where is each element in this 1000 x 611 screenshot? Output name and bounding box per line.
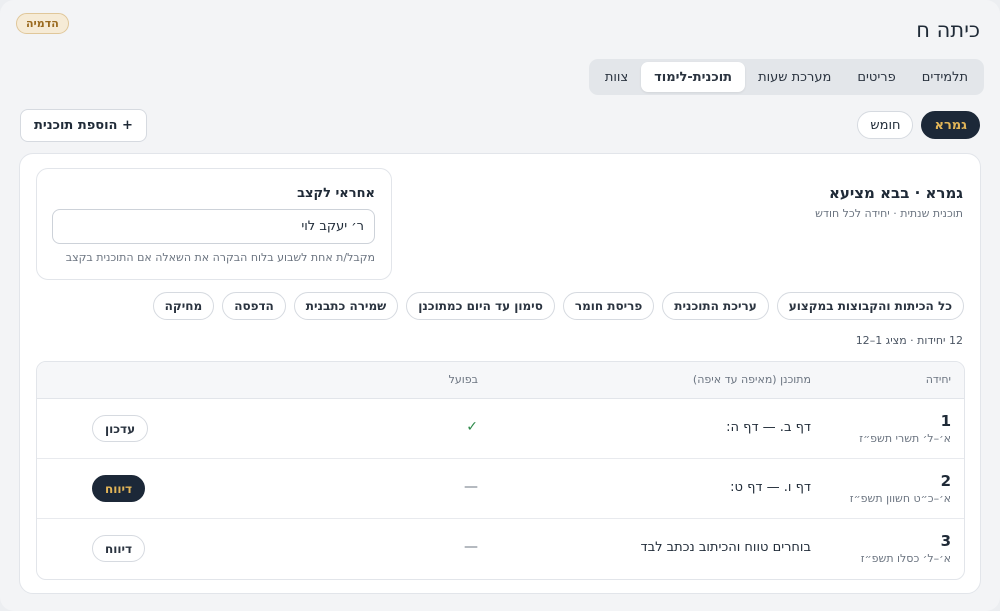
column-header-unit: יחידה (925, 373, 951, 386)
unit-number: 2 (940, 472, 951, 490)
tab-schedule[interactable]: מערכת שעות (745, 62, 844, 92)
units-summary: 12 יחידות · מציג 1–12 (855, 334, 963, 347)
page-title: כיתה ח (916, 18, 980, 42)
tab-students[interactable]: תלמידים (909, 62, 981, 92)
pace-owner-label: אחראי לקצב (297, 186, 375, 201)
pace-owner-hint: מקבל/ת אחת לשבוע בלוח הבקרה את השאלה אם … (65, 251, 375, 264)
report-button[interactable]: דיווח (92, 535, 146, 562)
subject-pill-chumash[interactable]: חומש (857, 111, 914, 139)
column-header-actual: בפועל (448, 373, 478, 386)
print-button[interactable]: הדפסה (222, 292, 286, 320)
top-tabs: תלמידים פריטים מערכת שעות תוכנית-לימוד צ… (588, 59, 984, 95)
subject-pill-gemara[interactable]: גמרא (921, 111, 980, 139)
unit-date-range: א׳–ל׳ כסלו תשפ״ז (860, 552, 951, 565)
unit-date-range: א׳–כ״ט חשוון תשפ״ז (849, 492, 951, 505)
unit-date-range: א׳–ל׳ תשרי תשפ״ז (859, 432, 951, 445)
demo-badge: הדמיה (16, 13, 69, 34)
pace-owner-panel: אחראי לקצב מקבל/ת אחת לשבוע בלוח הבקרה א… (36, 168, 392, 280)
table-row: 1 א׳–ל׳ תשרי תשפ״ז דף ב. — דף ה: ✓ עדכון (37, 399, 964, 459)
report-button[interactable]: דיווח (92, 475, 146, 502)
update-button[interactable]: עדכון (92, 415, 149, 442)
check-icon: ✓ (466, 419, 478, 435)
planned-range: בוחרים טווח והכיתוב נכתב לבד (640, 540, 811, 555)
pace-owner-input[interactable] (52, 209, 375, 244)
add-plan-button[interactable]: + הוספת תוכנית (20, 109, 147, 142)
unit-number: 1 (940, 412, 951, 430)
edit-plan-button[interactable]: עריכת התוכנית (662, 292, 769, 320)
app-page: כיתה ח הדמיה תלמידים פריטים מערכת שעות ת… (0, 0, 1000, 611)
actual-empty: — (464, 539, 478, 555)
tab-staff[interactable]: צוות (592, 62, 641, 92)
planned-range: דף ו. — דף ט: (730, 480, 811, 495)
plan-card: גמרא · בבא מציעא תוכנית שנתית · יחידה לכ… (19, 153, 981, 594)
mark-to-date-button[interactable]: סימון עד היום כמתוכנן (406, 292, 555, 320)
tab-items[interactable]: פריטים (844, 62, 908, 92)
all-classes-button[interactable]: כל הכיתות והקבוצות במקצוע (776, 292, 964, 320)
planned-range: דף ב. — דף ה: (726, 420, 811, 435)
table-row: 3 א׳–ל׳ כסלו תשפ״ז בוחרים טווח והכיתוב נ… (37, 519, 964, 579)
column-header-planned: מתוכנן (מאיפה עד איפה) (692, 373, 811, 386)
units-table: יחידה מתוכנן (מאיפה עד איפה) בפועל 1 א׳–… (36, 361, 965, 580)
spread-material-button[interactable]: פריסת חומר (562, 292, 655, 320)
plan-actions: כל הכיתות והקבוצות במקצוע עריכת התוכנית … (152, 292, 964, 320)
tab-curriculum[interactable]: תוכנית-לימוד (641, 62, 746, 92)
unit-number: 3 (940, 532, 951, 550)
table-header: יחידה מתוכנן (מאיפה עד איפה) בפועל (37, 362, 964, 399)
table-row: 2 א׳–כ״ט חשוון תשפ״ז דף ו. — דף ט: — דיו… (37, 459, 964, 519)
plan-title: גמרא · בבא מציעא (828, 184, 963, 202)
delete-button[interactable]: מחיקה (152, 292, 215, 320)
subject-selector: גמרא חומש (857, 111, 980, 139)
save-template-button[interactable]: שמירה כתבנית (293, 292, 399, 320)
actual-empty: — (464, 479, 478, 495)
plan-subtitle: תוכנית שנתית · יחידה לכל חודש (815, 207, 963, 220)
